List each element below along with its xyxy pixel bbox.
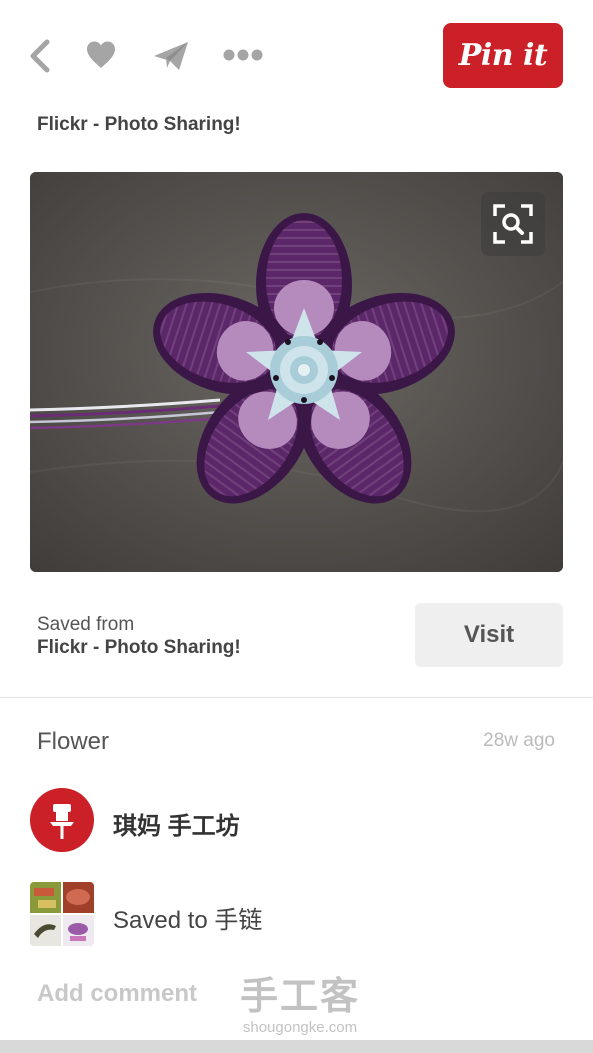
watermark-url: shougongke.com — [242, 1019, 358, 1036]
zoom-search-icon — [493, 204, 533, 244]
watermark-text: 手工客 — [239, 976, 360, 1018]
add-comment-button[interactable]: Add comment — [37, 980, 197, 1008]
back-icon[interactable] — [26, 38, 54, 74]
bottom-bar — [0, 1040, 593, 1053]
pin-image[interactable] — [30, 172, 563, 572]
pushpin-icon — [50, 804, 74, 839]
heart-icon[interactable] — [85, 40, 117, 70]
pinner-avatar[interactable] — [30, 788, 94, 852]
pinner-name[interactable]: 琪妈 手工坊 — [113, 806, 240, 841]
visit-button[interactable]: Visit — [415, 603, 563, 667]
saved-from-name[interactable]: Flickr - Photo Sharing! — [37, 637, 241, 659]
source-title[interactable]: Flickr - Photo Sharing! — [37, 114, 241, 136]
saved-to-board[interactable]: Saved to 手链 — [113, 900, 262, 935]
watermark: 手工客 shougongke.com — [230, 975, 370, 1037]
saved-from-label: Saved from — [37, 614, 135, 635]
more-icon[interactable] — [222, 48, 264, 62]
zoom-button[interactable] — [481, 192, 545, 256]
pin-it-button[interactable]: Pin it — [443, 23, 563, 88]
top-toolbar: Pin it — [0, 0, 593, 110]
board-collage-image — [30, 882, 94, 946]
divider — [0, 697, 593, 698]
time-ago: 28w ago — [483, 730, 555, 751]
pin-description: Flower — [37, 728, 110, 755]
send-icon[interactable] — [152, 40, 190, 72]
board-thumbnail[interactable] — [30, 882, 94, 946]
